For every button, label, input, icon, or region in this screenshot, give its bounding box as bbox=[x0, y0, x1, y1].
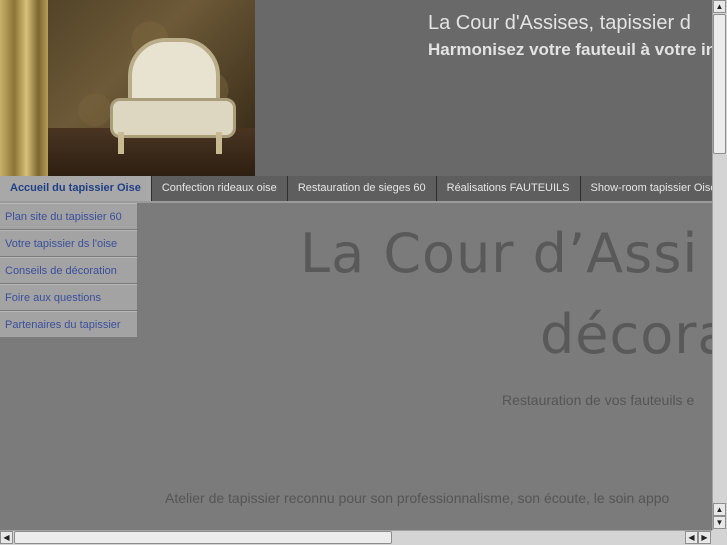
armchair-legs bbox=[118, 132, 222, 154]
scroll-left-arrow-icon[interactable]: ◀ bbox=[0, 531, 13, 544]
tagline: Restauration de vos fauteuils e bbox=[502, 392, 695, 408]
tab-show-room[interactable]: Show-room tapissier Oise bbox=[581, 176, 712, 201]
site-subtitle: Harmonisez votre fauteuil à votre inte bbox=[428, 40, 712, 59]
sidebar-item-votre-tapissier[interactable]: Votre tapissier ds l'oise bbox=[0, 230, 137, 257]
tab-restauration-sieges[interactable]: Restauration de sieges 60 bbox=[288, 176, 437, 201]
gold-curtain bbox=[0, 0, 48, 176]
armchair-hero-image bbox=[0, 0, 255, 176]
tab-confection-rideaux[interactable]: Confection rideaux oise bbox=[152, 176, 288, 201]
sidebar-item-plan-site[interactable]: Plan site du tapissier 60 bbox=[0, 203, 137, 230]
main-heading-line-2: décora bbox=[540, 303, 712, 366]
scroll-up-arrow-icon[interactable]: ▲ bbox=[713, 0, 726, 13]
vertical-scroll-thumb[interactable] bbox=[713, 14, 726, 154]
scroll-up-arrow-icon[interactable]: ▲ bbox=[713, 503, 726, 516]
scroll-left-arrow-icon[interactable]: ◀ bbox=[685, 531, 698, 544]
tab-realisations-fauteuils[interactable]: Réalisations FAUTEUILS bbox=[437, 176, 581, 201]
sidebar-item-partenaires[interactable]: Partenaires du tapissier bbox=[0, 311, 137, 338]
side-navigation: Plan site du tapissier 60 Votre tapissie… bbox=[0, 203, 137, 338]
tab-accueil[interactable]: Accueil du tapissier Oise bbox=[0, 176, 152, 201]
top-navigation: Accueil du tapissier Oise Confection rid… bbox=[0, 176, 712, 203]
sidebar-item-conseils-decoration[interactable]: Conseils de décoration bbox=[0, 257, 137, 284]
scroll-right-arrow-icon[interactable]: ▶ bbox=[698, 531, 711, 544]
horizontal-scroll-thumb[interactable] bbox=[14, 531, 392, 544]
intro-paragraph: Atelier de tapissier reconnu pour son pr… bbox=[165, 490, 670, 506]
site-header: La Cour d'Assises, tapissier d Harmonise… bbox=[0, 0, 712, 176]
scrollbar-corner bbox=[712, 530, 727, 545]
site-title: La Cour d'Assises, tapissier d bbox=[428, 12, 691, 34]
scroll-down-arrow-icon[interactable]: ▼ bbox=[713, 516, 726, 529]
main-heading-line-1: La Cour d’Assi bbox=[300, 222, 699, 285]
sidebar-item-faq[interactable]: Foire aux questions bbox=[0, 284, 137, 311]
page-viewport: La Cour d'Assises, tapissier d Harmonise… bbox=[0, 0, 712, 530]
